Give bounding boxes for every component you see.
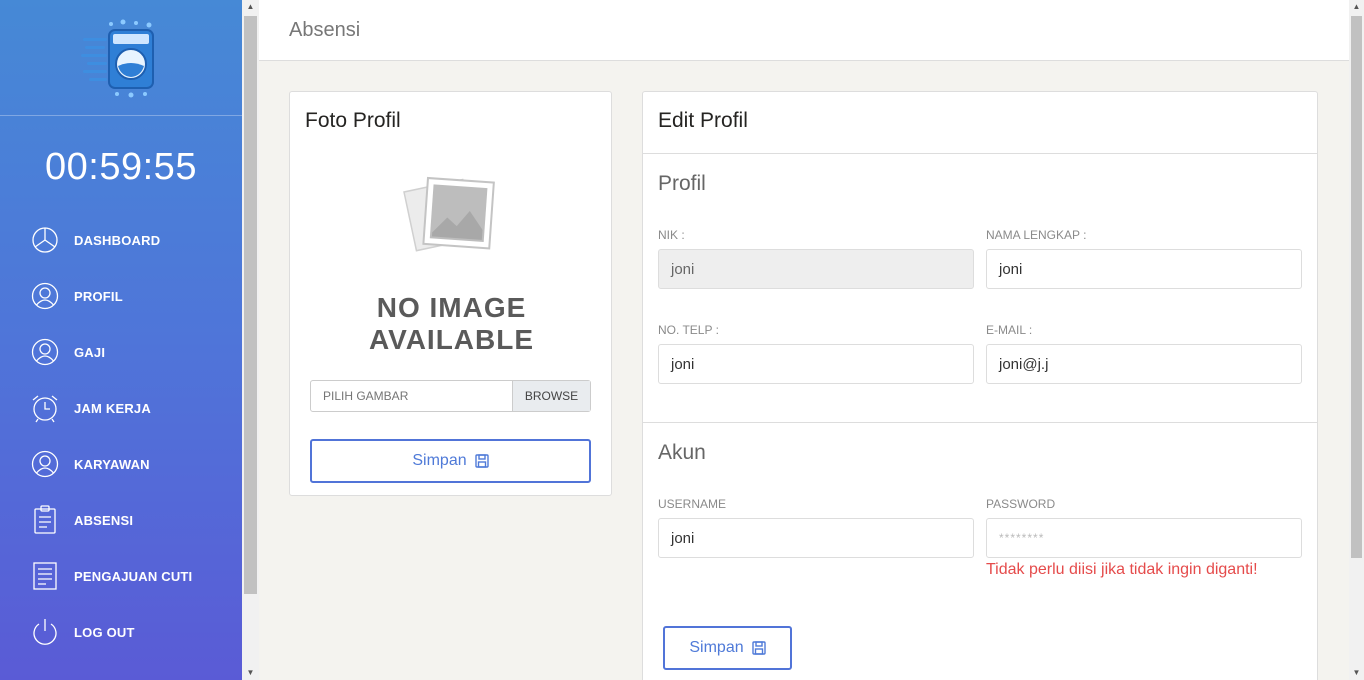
- sidebar-item-label: PROFIL: [74, 288, 123, 304]
- password-field[interactable]: ********: [986, 518, 1302, 558]
- sidebar-item-label: PENGAJUAN CUTI: [74, 568, 193, 584]
- foto-profil-card: Foto Profil NO IMAGE AVAILABLE BROWSE: [289, 91, 612, 496]
- save-profile-label: Simpan: [689, 639, 744, 656]
- username-field[interactable]: joni: [658, 518, 974, 558]
- user-icon: [30, 281, 60, 311]
- sidebar-item-dashboard[interactable]: DASHBOARD: [0, 212, 242, 268]
- sidebar-item-label: GAJI: [74, 344, 106, 360]
- file-picker-input[interactable]: [311, 381, 512, 411]
- sidebar-item-profil[interactable]: PROFIL: [0, 268, 242, 324]
- photo-placeholder-icon: [403, 176, 495, 252]
- sidebar-item-gaji[interactable]: GAJI: [0, 324, 242, 380]
- username-label: USERNAME: [658, 497, 727, 511]
- section-title-profil: Profil: [658, 172, 706, 195]
- browse-button[interactable]: BROWSE: [512, 381, 590, 411]
- save-photo-label: Simpan: [412, 452, 467, 469]
- save-profile-button[interactable]: Simpan: [663, 626, 792, 670]
- scroll-up-arrow-icon[interactable]: ▲: [1349, 0, 1364, 14]
- pie-chart-icon: [30, 225, 60, 255]
- sidebar-scrollbar[interactable]: ▲ ▼: [242, 0, 259, 680]
- no-image-placeholder: NO IMAGE AVAILABLE: [350, 172, 550, 355]
- sidebar-nav: DASHBOARD PROFIL GAJI JAM KERJA KARYAWAN: [0, 212, 242, 660]
- washing-machine-logo: [81, 19, 154, 97]
- sidebar-item-karyawan[interactable]: KARYAWAN: [0, 436, 242, 492]
- divider: [643, 153, 1317, 154]
- sidebar-item-log-out[interactable]: LOG OUT: [0, 604, 242, 660]
- password-label: PASSWORD: [986, 497, 1056, 511]
- sidebar-item-pengajuan-cuti[interactable]: PENGAJUAN CUTI: [0, 548, 242, 604]
- scroll-up-arrow-icon[interactable]: ▲: [242, 0, 259, 14]
- main-content: Absensi Foto Profil NO IMAGE AVAILABLE P…: [259, 0, 1349, 680]
- nama-label: NAMA LENGKAP :: [986, 228, 1087, 242]
- user-icon: [30, 337, 60, 367]
- email-label: E-MAIL :: [986, 323, 1033, 337]
- divider: [643, 422, 1317, 423]
- no-image-text: NO IMAGE AVAILABLE: [290, 292, 613, 356]
- scroll-down-arrow-icon[interactable]: ▼: [1349, 666, 1364, 680]
- sidebar-item-absensi[interactable]: ABSENSI: [0, 492, 242, 548]
- save-photo-button[interactable]: Simpan: [310, 439, 591, 483]
- floppy-disk-icon: [751, 641, 766, 655]
- file-upload-group: BROWSE: [310, 380, 591, 412]
- nik-field: joni: [658, 249, 974, 289]
- document-icon: [30, 561, 60, 591]
- scroll-down-arrow-icon[interactable]: ▼: [242, 666, 259, 680]
- page-title: Absensi: [289, 18, 361, 41]
- power-icon: [30, 617, 60, 647]
- no-image-line-1: NO IMAGE: [376, 292, 527, 323]
- nik-label: NIK :: [658, 228, 685, 242]
- user-icon: [30, 449, 60, 479]
- sidebar-item-label: LOG OUT: [74, 624, 135, 640]
- top-navbar: Absensi: [259, 0, 1349, 61]
- card-title: Foto Profil: [305, 109, 401, 132]
- telp-label: NO. TELP :: [658, 323, 719, 337]
- floppy-disk-icon: [474, 454, 489, 468]
- telp-field[interactable]: joni: [658, 344, 974, 384]
- sidebar: 00:59:55 DASHBOARD PROFIL GAJI JAM KERJA: [0, 0, 242, 680]
- nama-field[interactable]: joni: [986, 249, 1302, 289]
- sidebar-item-label: DASHBOARD: [74, 232, 161, 248]
- page-scrollbar[interactable]: ▲ ▼: [1349, 0, 1364, 680]
- sidebar-item-label: JAM KERJA: [74, 400, 151, 416]
- alarm-clock-icon: [30, 393, 60, 423]
- no-image-line-2: AVAILABLE: [368, 324, 535, 355]
- sidebar-item-jam-kerja[interactable]: JAM KERJA: [0, 380, 242, 436]
- clock: 00:59:55: [45, 146, 197, 188]
- password-hint: Tidak perlu diisi jika tidak ingin digan…: [986, 561, 1258, 578]
- section-title-akun: Akun: [658, 441, 706, 464]
- sidebar-item-label: ABSENSI: [74, 512, 134, 528]
- scrollbar-thumb[interactable]: [1351, 16, 1362, 558]
- logo-area: [0, 0, 242, 116]
- scrollbar-thumb[interactable]: [244, 16, 257, 594]
- card-title: Edit Profil: [658, 109, 748, 132]
- edit-profil-card: Edit Profil Profil NIK : joni NAMA LENGK…: [642, 91, 1318, 680]
- email-field[interactable]: joni@j.j: [986, 344, 1302, 384]
- clipboard-icon: [30, 505, 60, 535]
- sidebar-item-label: KARYAWAN: [74, 456, 150, 472]
